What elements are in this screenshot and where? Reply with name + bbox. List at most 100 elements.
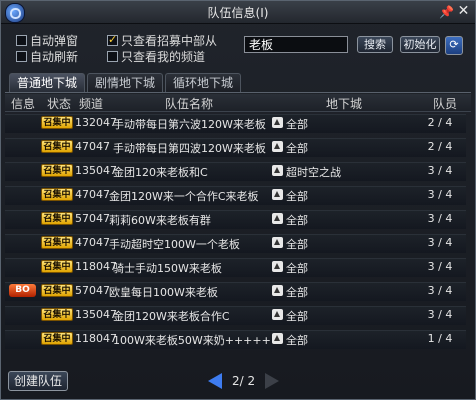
dungeon-icon <box>272 189 283 200</box>
team-name-cell: 欧皇每日100W来老板 <box>109 286 218 299</box>
channel-cell: 47047 <box>75 188 110 201</box>
checkbox-box[interactable] <box>16 51 27 62</box>
channel-cell: 135047 <box>75 308 117 321</box>
column-members[interactable]: 队员 <box>433 95 457 112</box>
recruiting-badge: 召集中 <box>41 164 73 177</box>
channel-cell: 47047 <box>75 236 110 249</box>
checkbox-label: 自动弹窗 <box>30 34 79 48</box>
dungeon-icon <box>272 117 283 128</box>
column-dungeon[interactable]: 地下城 <box>326 95 362 112</box>
recruiting-badge: 召集中 <box>41 188 73 201</box>
dungeon-cell: 全部 <box>286 286 308 299</box>
column-team-name[interactable]: 队伍名称 <box>165 95 213 112</box>
channel-cell: 47047 <box>75 140 110 153</box>
search-button[interactable]: 搜索 <box>357 36 393 53</box>
members-cell: 3 / 4 <box>427 164 453 177</box>
tab-loop-dungeon[interactable]: 循环地下城 <box>165 73 242 92</box>
recruiting-badge: 召集中 <box>41 332 73 345</box>
channel-cell: 135047 <box>75 164 117 177</box>
dungeon-cell: 超时空之战 <box>286 166 341 179</box>
recruiting-badge: 召集中 <box>41 284 73 297</box>
tab-normal-dungeon[interactable]: 普通地下城 <box>9 73 86 93</box>
team-name-cell: 金团120来老板和C <box>113 166 208 179</box>
page-indicator: 2/ 2 <box>232 374 256 388</box>
members-cell: 3 / 4 <box>427 284 453 297</box>
team-name-cell: 手动超时空100W一个老板 <box>109 238 240 251</box>
channel-cell: 57047 <box>75 212 110 225</box>
channel-cell: 118047 <box>75 260 117 273</box>
checkbox-label: 只查看招募中部从 <box>121 34 218 48</box>
column-info[interactable]: 信息 <box>11 95 35 112</box>
next-page-arrow-icon[interactable] <box>265 373 280 389</box>
team-name-cell: 100W来老板50W来奶++++++ <box>113 334 281 347</box>
pagination: 2/ 2 <box>208 373 280 389</box>
members-cell: 2 / 4 <box>427 116 453 129</box>
auto-refresh-checkbox[interactable]: 自动刷新 <box>16 48 78 65</box>
recruiting-badge: 召集中 <box>41 308 73 321</box>
team-name-cell: 手动带每日第四波120W来老板 <box>113 142 266 155</box>
table-row[interactable]: 召集中 47047 手动带每日第四波120W来老板 全部 2 / 4 <box>5 137 471 157</box>
dungeon-icon <box>272 309 283 320</box>
dungeon-icon <box>272 285 283 296</box>
reset-button[interactable]: 初始化 <box>400 36 440 53</box>
tab-divider <box>5 92 471 93</box>
checkbox-box[interactable] <box>16 35 27 46</box>
table-row[interactable]: 召集中 47047 金团120W来一个合作C来老板 全部 3 / 4 <box>5 185 471 205</box>
column-channel[interactable]: 频道 <box>79 95 103 112</box>
dungeon-icon <box>272 237 283 248</box>
dungeon-cell: 全部 <box>286 142 308 155</box>
dungeon-icon <box>272 141 283 152</box>
table-row[interactable]: 召集中 118047 100W来老板50W来奶++++++ 全部 1 / 4 <box>5 329 471 349</box>
recruiting-badge: 召集中 <box>41 260 73 273</box>
bo-info-icon: BO <box>9 284 36 297</box>
only-my-channel-checkbox[interactable]: 只查看我的频道 <box>107 48 205 65</box>
team-info-window: 队伍信息(Ⅰ) 📌 ✕ 自动弹窗 自动刷新 只查看招募中部从 只查看我的频道 搜… <box>0 0 476 400</box>
team-name-cell: 莉莉60W来老板有群 <box>109 214 211 227</box>
members-cell: 1 / 4 <box>427 332 453 345</box>
members-cell: 3 / 4 <box>427 212 453 225</box>
team-name-cell: 手动带每日第六波120W来老板 <box>113 118 266 131</box>
members-cell: 3 / 4 <box>427 236 453 249</box>
channel-cell: 118047 <box>75 332 117 345</box>
auto-popup-checkbox[interactable]: 自动弹窗 <box>16 32 78 49</box>
checkbox-label: 只查看我的频道 <box>121 50 206 64</box>
dungeon-icon <box>272 261 283 272</box>
dungeon-cell: 全部 <box>286 214 308 227</box>
recruiting-badge: 召集中 <box>41 236 73 249</box>
column-status[interactable]: 状态 <box>47 95 71 112</box>
checkbox-box[interactable] <box>107 51 118 62</box>
only-recruiting-checkbox[interactable]: 只查看招募中部从 <box>107 32 217 49</box>
recruiting-badge: 召集中 <box>41 116 73 129</box>
table-row[interactable]: 召集中 135047 金团120来老板和C 超时空之战 3 / 4 <box>5 161 471 181</box>
recruiting-badge: 召集中 <box>41 212 73 225</box>
team-name-cell: 金团120W来老板合作C <box>113 310 230 323</box>
refresh-icon[interactable]: ⟳ <box>445 36 463 55</box>
table-row[interactable]: 召集中 132047 手动带每日第六波120W来老板 全部 2 / 4 <box>5 113 471 133</box>
dungeon-cell: 全部 <box>286 334 308 347</box>
create-team-button[interactable]: 创建队伍 <box>8 371 68 391</box>
checkbox-box-checked[interactable] <box>107 33 118 46</box>
search-input[interactable] <box>244 36 348 53</box>
dungeon-cell: 全部 <box>286 262 308 275</box>
recruiting-badge: 召集中 <box>41 140 73 153</box>
dungeon-cell: 全部 <box>286 190 308 203</box>
team-name-cell: 骑士手动150W来老板 <box>113 262 222 275</box>
prev-page-arrow-icon[interactable] <box>208 373 222 389</box>
table-header: 信息 状态 频道 队伍名称 地下城 队员 <box>5 94 471 112</box>
table-row[interactable]: BO 召集中 57047 欧皇每日100W来老板 全部 3 / 4 <box>5 281 471 301</box>
members-cell: 3 / 4 <box>427 188 453 201</box>
team-name-cell: 金团120W来一个合作C来老板 <box>109 190 259 203</box>
close-button[interactable]: ✕ <box>456 4 471 19</box>
dungeon-cell: 全部 <box>286 310 308 323</box>
title-bar[interactable]: 队伍信息(Ⅰ) 📌 ✕ <box>1 1 475 24</box>
tab-story-dungeon[interactable]: 剧情地下城 <box>87 73 164 92</box>
channel-cell: 132047 <box>75 116 117 129</box>
dungeon-icon <box>272 213 283 224</box>
pin-icon[interactable]: 📌 <box>439 5 454 19</box>
table-row[interactable]: 召集中 118047 骑士手动150W来老板 全部 3 / 4 <box>5 257 471 277</box>
table-row[interactable]: 召集中 135047 金团120W来老板合作C 全部 3 / 4 <box>5 305 471 325</box>
dungeon-cell: 全部 <box>286 118 308 131</box>
table-row[interactable]: 召集中 47047 手动超时空100W一个老板 全部 3 / 4 <box>5 233 471 253</box>
table-row[interactable]: 召集中 57047 莉莉60W来老板有群 全部 3 / 4 <box>5 209 471 229</box>
window-title: 队伍信息(Ⅰ) <box>207 6 269 20</box>
